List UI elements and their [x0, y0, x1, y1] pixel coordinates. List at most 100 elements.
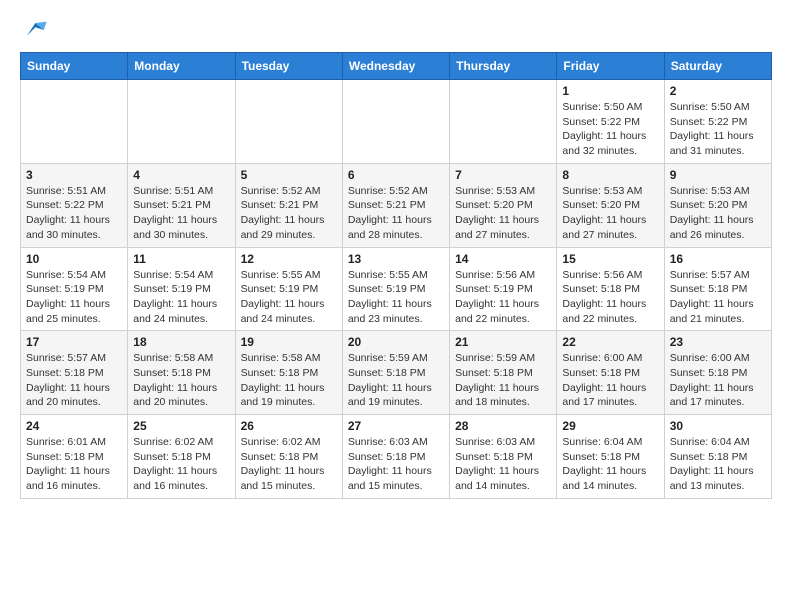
day-info: Sunrise: 6:02 AM Sunset: 5:18 PM Dayligh…	[133, 435, 229, 494]
day-number: 27	[348, 419, 444, 433]
day-info: Sunrise: 6:03 AM Sunset: 5:18 PM Dayligh…	[348, 435, 444, 494]
day-info: Sunrise: 5:52 AM Sunset: 5:21 PM Dayligh…	[241, 184, 337, 243]
day-number: 30	[670, 419, 766, 433]
day-info: Sunrise: 5:53 AM Sunset: 5:20 PM Dayligh…	[455, 184, 551, 243]
day-info: Sunrise: 5:59 AM Sunset: 5:18 PM Dayligh…	[348, 351, 444, 410]
calendar-header-saturday: Saturday	[664, 53, 771, 80]
day-number: 3	[26, 168, 122, 182]
calendar-week-row: 1 Sunrise: 5:50 AM Sunset: 5:22 PM Daylig…	[21, 80, 772, 164]
day-info: Sunrise: 6:04 AM Sunset: 5:18 PM Dayligh…	[562, 435, 658, 494]
day-number: 15	[562, 252, 658, 266]
calendar-header-wednesday: Wednesday	[342, 53, 449, 80]
calendar-cell: 8 Sunrise: 5:53 AM Sunset: 5:20 PM Daylig…	[557, 163, 664, 247]
calendar-cell: 30 Sunrise: 6:04 AM Sunset: 5:18 PM Dayli…	[664, 415, 771, 499]
calendar-cell: 24Sunrise: 6:01 AM Sunset: 5:18 PM Dayli…	[21, 415, 128, 499]
day-info: Sunrise: 5:55 AM Sunset: 5:19 PM Dayligh…	[241, 268, 337, 327]
calendar-cell: 1 Sunrise: 5:50 AM Sunset: 5:22 PM Daylig…	[557, 80, 664, 164]
calendar-cell: 13Sunrise: 5:55 AM Sunset: 5:19 PM Dayli…	[342, 247, 449, 331]
calendar-cell	[450, 80, 557, 164]
calendar-cell: 19 Sunrise: 5:58 AM Sunset: 5:18 PM Dayli…	[235, 331, 342, 415]
day-number: 20	[348, 335, 444, 349]
calendar-header-monday: Monday	[128, 53, 235, 80]
calendar-cell: 15 Sunrise: 5:56 AM Sunset: 5:18 PM Dayli…	[557, 247, 664, 331]
calendar-cell: 17 Sunrise: 5:57 AM Sunset: 5:18 PM Dayli…	[21, 331, 128, 415]
calendar-cell	[128, 80, 235, 164]
day-info: Sunrise: 6:04 AM Sunset: 5:18 PM Dayligh…	[670, 435, 766, 494]
day-number: 12	[241, 252, 337, 266]
calendar-cell: 21 Sunrise: 5:59 AM Sunset: 5:18 PM Dayli…	[450, 331, 557, 415]
day-info: Sunrise: 6:03 AM Sunset: 5:18 PM Dayligh…	[455, 435, 551, 494]
calendar-cell: 28Sunrise: 6:03 AM Sunset: 5:18 PM Dayli…	[450, 415, 557, 499]
calendar-header-tuesday: Tuesday	[235, 53, 342, 80]
calendar-cell: 12 Sunrise: 5:55 AM Sunset: 5:19 PM Dayli…	[235, 247, 342, 331]
day-number: 17	[26, 335, 122, 349]
logo	[20, 16, 52, 44]
day-info: Sunrise: 5:58 AM Sunset: 5:18 PM Dayligh…	[241, 351, 337, 410]
day-info: Sunrise: 5:53 AM Sunset: 5:20 PM Dayligh…	[670, 184, 766, 243]
day-info: Sunrise: 5:57 AM Sunset: 5:18 PM Dayligh…	[26, 351, 122, 410]
day-number: 22	[562, 335, 658, 349]
day-number: 16	[670, 252, 766, 266]
day-info: Sunrise: 5:56 AM Sunset: 5:18 PM Dayligh…	[562, 268, 658, 327]
calendar-week-row: 17 Sunrise: 5:57 AM Sunset: 5:18 PM Dayli…	[21, 331, 772, 415]
calendar-cell	[235, 80, 342, 164]
day-number: 23	[670, 335, 766, 349]
day-number: 8	[562, 168, 658, 182]
day-info: Sunrise: 5:55 AM Sunset: 5:19 PM Dayligh…	[348, 268, 444, 327]
day-number: 1	[562, 84, 658, 98]
calendar-header-row: SundayMondayTuesdayWednesdayThursdayFrid…	[21, 53, 772, 80]
day-info: Sunrise: 6:01 AM Sunset: 5:18 PM Dayligh…	[26, 435, 122, 494]
day-info: Sunrise: 5:59 AM Sunset: 5:18 PM Dayligh…	[455, 351, 551, 410]
calendar-cell: 7 Sunrise: 5:53 AM Sunset: 5:20 PM Daylig…	[450, 163, 557, 247]
day-number: 26	[241, 419, 337, 433]
calendar-cell: 26 Sunrise: 6:02 AM Sunset: 5:18 PM Dayli…	[235, 415, 342, 499]
day-number: 2	[670, 84, 766, 98]
calendar-cell: 22 Sunrise: 6:00 AM Sunset: 5:18 PM Dayli…	[557, 331, 664, 415]
day-number: 7	[455, 168, 551, 182]
calendar-cell: 4 Sunrise: 5:51 AM Sunset: 5:21 PM Daylig…	[128, 163, 235, 247]
day-info: Sunrise: 5:51 AM Sunset: 5:22 PM Dayligh…	[26, 184, 122, 243]
calendar-cell: 29 Sunrise: 6:04 AM Sunset: 5:18 PM Dayli…	[557, 415, 664, 499]
day-number: 29	[562, 419, 658, 433]
calendar-cell: 2 Sunrise: 5:50 AM Sunset: 5:22 PM Daylig…	[664, 80, 771, 164]
day-number: 9	[670, 168, 766, 182]
calendar-cell: 9 Sunrise: 5:53 AM Sunset: 5:20 PM Daylig…	[664, 163, 771, 247]
calendar-week-row: 10 Sunrise: 5:54 AM Sunset: 5:19 PM Dayli…	[21, 247, 772, 331]
day-info: Sunrise: 5:56 AM Sunset: 5:19 PM Dayligh…	[455, 268, 551, 327]
calendar-cell: 6 Sunrise: 5:52 AM Sunset: 5:21 PM Daylig…	[342, 163, 449, 247]
day-number: 14	[455, 252, 551, 266]
day-info: Sunrise: 5:50 AM Sunset: 5:22 PM Dayligh…	[562, 100, 658, 159]
day-number: 21	[455, 335, 551, 349]
day-info: Sunrise: 5:54 AM Sunset: 5:19 PM Dayligh…	[133, 268, 229, 327]
calendar-cell	[21, 80, 128, 164]
day-number: 4	[133, 168, 229, 182]
day-info: Sunrise: 5:51 AM Sunset: 5:21 PM Dayligh…	[133, 184, 229, 243]
calendar-header-thursday: Thursday	[450, 53, 557, 80]
calendar-header-friday: Friday	[557, 53, 664, 80]
day-info: Sunrise: 5:54 AM Sunset: 5:19 PM Dayligh…	[26, 268, 122, 327]
day-number: 25	[133, 419, 229, 433]
day-info: Sunrise: 5:52 AM Sunset: 5:21 PM Dayligh…	[348, 184, 444, 243]
day-number: 6	[348, 168, 444, 182]
day-info: Sunrise: 6:02 AM Sunset: 5:18 PM Dayligh…	[241, 435, 337, 494]
calendar-cell: 5 Sunrise: 5:52 AM Sunset: 5:21 PM Daylig…	[235, 163, 342, 247]
calendar-cell	[342, 80, 449, 164]
calendar-cell: 3 Sunrise: 5:51 AM Sunset: 5:22 PM Daylig…	[21, 163, 128, 247]
day-number: 5	[241, 168, 337, 182]
logo-bird-icon	[20, 16, 48, 44]
day-info: Sunrise: 6:00 AM Sunset: 5:18 PM Dayligh…	[670, 351, 766, 410]
calendar-cell: 14 Sunrise: 5:56 AM Sunset: 5:19 PM Dayli…	[450, 247, 557, 331]
day-number: 11	[133, 252, 229, 266]
calendar-header-sunday: Sunday	[21, 53, 128, 80]
page-header	[20, 16, 772, 44]
calendar-cell: 23 Sunrise: 6:00 AM Sunset: 5:18 PM Dayli…	[664, 331, 771, 415]
day-number: 10	[26, 252, 122, 266]
day-number: 18	[133, 335, 229, 349]
day-info: Sunrise: 6:00 AM Sunset: 5:18 PM Dayligh…	[562, 351, 658, 410]
day-info: Sunrise: 5:53 AM Sunset: 5:20 PM Dayligh…	[562, 184, 658, 243]
calendar-cell: 25 Sunrise: 6:02 AM Sunset: 5:18 PM Dayli…	[128, 415, 235, 499]
day-info: Sunrise: 5:57 AM Sunset: 5:18 PM Dayligh…	[670, 268, 766, 327]
day-number: 19	[241, 335, 337, 349]
calendar-cell: 27 Sunrise: 6:03 AM Sunset: 5:18 PM Dayli…	[342, 415, 449, 499]
day-info: Sunrise: 5:50 AM Sunset: 5:22 PM Dayligh…	[670, 100, 766, 159]
